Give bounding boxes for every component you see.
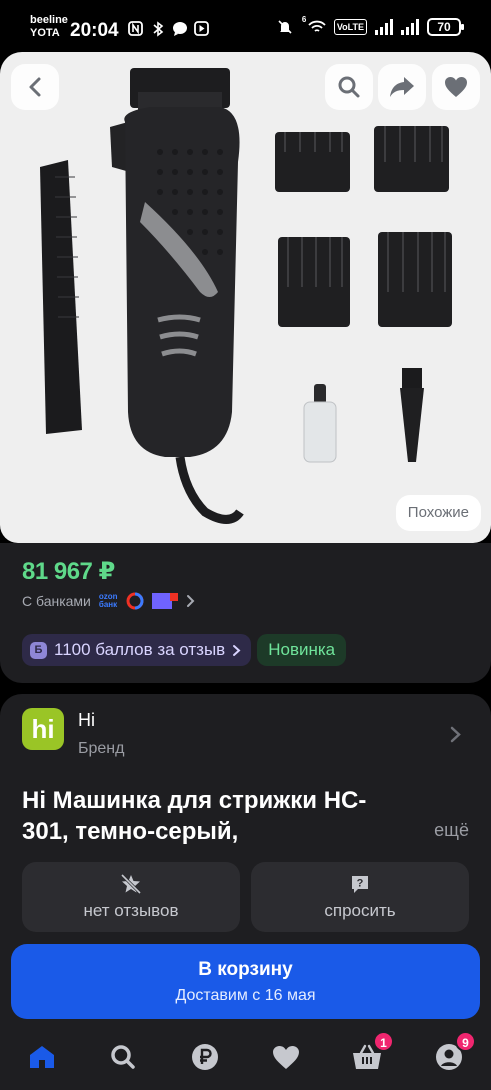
clipper-image (110, 68, 244, 524)
cart-badge: 1 (373, 1031, 394, 1052)
brand-row[interactable]: hi Hi Бренд (0, 694, 491, 764)
notification-icons (127, 20, 210, 37)
ask-label: спросить (324, 900, 396, 920)
system-icons: 6 VoLTE 70 (277, 15, 464, 36)
search-button[interactable] (325, 64, 373, 110)
new-badge: Новинка (257, 634, 347, 666)
similar-button[interactable]: Похожие (395, 495, 481, 531)
delivery-date: Доставим с 16 мая (175, 987, 316, 1004)
product-title: Hi Машинка для стрижки HC-301, темно-сер… (22, 787, 367, 845)
brand-subtitle: Бренд (78, 740, 125, 757)
carrier-2: YOTA (30, 27, 60, 39)
banks-label: С банками (22, 593, 91, 609)
chevron-right-icon (450, 726, 461, 743)
bank-card-icon (151, 593, 178, 609)
product-image (40, 68, 452, 524)
brush-image (400, 368, 424, 462)
ask-question-button[interactable]: ? спросить (251, 862, 469, 932)
search-icon (338, 76, 360, 98)
product-gallery[interactable]: Похожие (0, 52, 491, 543)
review-points-chip[interactable]: Б 1100 баллов за отзыв (22, 634, 252, 666)
nav-cart[interactable]: 1 (352, 1031, 394, 1072)
home-icon (30, 1046, 54, 1068)
search-icon (111, 1045, 135, 1069)
share-arrow-icon (390, 77, 414, 97)
reviews-button[interactable]: нет отзывов (22, 862, 240, 932)
signal-1-icon (375, 19, 393, 35)
question-bubble-icon: ? (352, 875, 368, 893)
ruble-icon (192, 1044, 218, 1070)
heart-icon (273, 1045, 299, 1069)
share-button[interactable] (378, 64, 426, 110)
chevron-right-icon (233, 644, 241, 656)
nav-profile[interactable]: 9 (434, 1031, 476, 1072)
nav-favorites[interactable] (271, 1042, 301, 1072)
nav-home[interactable] (27, 1042, 57, 1072)
chat-icon (171, 20, 188, 37)
nav-finance[interactable] (190, 1042, 220, 1072)
volte-icon: VoLTE (333, 19, 367, 35)
profile-badge: 9 (455, 1031, 476, 1052)
clock: 20:04 (70, 20, 119, 41)
badges-row: Б 1100 баллов за отзыв Новинка (22, 634, 347, 666)
carrier-names: beeline YOTA (30, 14, 68, 40)
star-off-icon (120, 873, 142, 894)
nfc-icon (127, 20, 144, 37)
add-to-cart-button[interactable]: В корзину Доставим с 16 мая (11, 944, 480, 1019)
play-icon (193, 20, 210, 37)
price-card: 81 967 ₽ С банками ozon банк Б 1100 балл… (0, 543, 491, 683)
back-button[interactable] (11, 64, 59, 110)
battery-icon: 70 (427, 18, 464, 36)
oil-bottle-image (303, 384, 337, 463)
bank-offers-row[interactable]: С банками ozon банк (22, 592, 196, 610)
mute-icon (277, 19, 294, 36)
status-bar: beeline YOTA 20:04 6 VoLTE 70 (0, 0, 491, 52)
brand-logo: hi (22, 708, 64, 750)
add-to-cart-label: В корзину (198, 959, 293, 980)
wifi-icon: 6 (302, 15, 326, 36)
ozon-bank-logo: ozon банк (99, 593, 118, 609)
title-more-link[interactable]: ещё (434, 820, 469, 841)
ozon-bank-logo-line2: банк (98, 600, 118, 609)
points-icon: Б (30, 641, 47, 659)
signal-2-icon (401, 19, 419, 35)
chevron-left-icon (29, 77, 41, 97)
price: 81 967 ₽ (22, 558, 115, 585)
sim-number: 6 (301, 14, 307, 24)
review-points-label: 1100 баллов за отзыв (54, 640, 226, 659)
nav-catalog[interactable] (108, 1042, 138, 1072)
favorite-button[interactable] (432, 64, 480, 110)
chevron-right-icon (186, 595, 194, 607)
brand-name: Hi (78, 710, 95, 730)
reviews-label: нет отзывов (83, 900, 179, 920)
bottom-navigation: 1 9 (0, 1028, 491, 1090)
guard-comb-images (275, 126, 452, 327)
carrier-1: beeline (30, 14, 68, 26)
svg-text:?: ? (357, 877, 364, 889)
bank-circle-icon (126, 592, 144, 610)
comb-image (40, 160, 82, 434)
bluetooth-icon (149, 20, 166, 37)
heart-icon (445, 77, 467, 97)
